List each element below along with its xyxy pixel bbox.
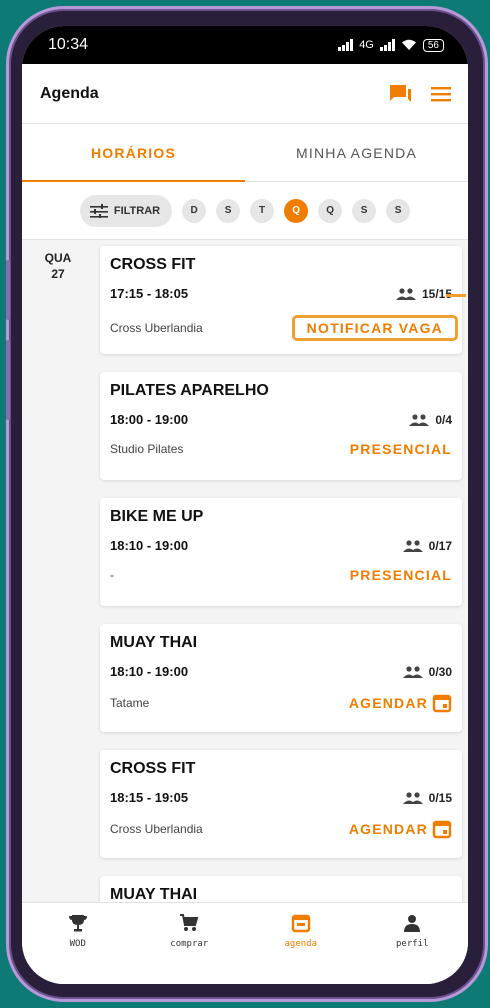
- tune-icon: [89, 203, 108, 218]
- date-label: QUA 27: [38, 250, 78, 282]
- schedule-button[interactable]: AGENDAR: [349, 819, 452, 839]
- network-label: 4G: [359, 39, 374, 51]
- person-icon: [404, 915, 421, 932]
- class-time: 18:00 - 19:00: [110, 412, 189, 427]
- status-icons: 4G 56: [338, 38, 444, 52]
- calendar-icon: [432, 694, 452, 713]
- presencial-label: PRESENCIAL: [349, 441, 452, 457]
- side-button: [6, 260, 10, 320]
- people-icon: [402, 665, 423, 678]
- tab-bar: HORÁRIOS MINHA AGENDA: [22, 124, 468, 182]
- nav-perfil[interactable]: perfil: [372, 913, 452, 984]
- day-thursday[interactable]: Q: [318, 198, 343, 223]
- class-time: 18:10 - 19:00: [110, 664, 189, 679]
- signal-icon: [379, 39, 395, 51]
- calendar-icon: [291, 914, 310, 933]
- people-icon: [402, 539, 423, 552]
- day-sunday[interactable]: D: [182, 198, 207, 223]
- people-icon: [402, 791, 423, 804]
- class-card[interactable]: MUAY THAI: [100, 876, 462, 902]
- class-title: CROSS FIT: [110, 256, 196, 273]
- day-saturday[interactable]: S: [386, 198, 411, 223]
- class-location: Tatame: [110, 696, 150, 710]
- wifi-icon: [401, 39, 416, 50]
- callout-line: [446, 294, 466, 297]
- app-screen: 10:34 4G 56 Agenda HORÁRIOS MINHA AGENDA: [22, 26, 468, 984]
- class-location: Cross Uberlandia: [110, 321, 203, 335]
- filter-button[interactable]: FILTRAR: [79, 194, 173, 227]
- presencial-label: PRESENCIAL: [349, 567, 452, 583]
- class-title: MUAY THAI: [110, 634, 198, 651]
- day-tuesday[interactable]: T: [250, 198, 275, 223]
- cart-icon: [180, 914, 199, 931]
- class-capacity: 0/15: [402, 790, 452, 805]
- capacity-value: 0/17: [428, 538, 452, 553]
- nav-agenda[interactable]: agenda: [261, 913, 341, 984]
- day-wednesday[interactable]: Q: [284, 198, 309, 223]
- class-capacity: 0/17: [402, 538, 452, 553]
- date-weekday: QUA: [44, 251, 72, 265]
- class-time: 17:15 - 18:05: [110, 286, 189, 301]
- nav-comprar[interactable]: comprar: [149, 913, 229, 984]
- capacity-value: 0/15: [428, 790, 452, 805]
- capacity-value: 0/4: [435, 412, 452, 427]
- filter-label: FILTRAR: [113, 204, 161, 217]
- class-capacity: 15/15: [395, 287, 452, 301]
- people-icon: [409, 413, 430, 426]
- schedule-list[interactable]: QUA 27 CROSS FIT 17:15 - 18:05 15/15 Cro…: [22, 240, 468, 902]
- class-location: -: [110, 568, 114, 582]
- class-card[interactable]: CROSS FIT 17:15 - 18:05 15/15 Cross Uber…: [100, 246, 462, 354]
- page-title: Agenda: [40, 84, 99, 102]
- tab-horarios[interactable]: HORÁRIOS: [22, 124, 245, 182]
- nav-wod[interactable]: WOD: [38, 913, 118, 984]
- notify-vacancy-button[interactable]: NOTIFICAR VAGA: [291, 315, 458, 341]
- trophy-icon: [68, 915, 87, 932]
- tab-minha-agenda[interactable]: MINHA AGENDA: [245, 124, 468, 181]
- hamburger-menu-icon[interactable]: [430, 85, 452, 103]
- class-location: Studio Pilates: [110, 442, 184, 456]
- schedule-button[interactable]: AGENDAR: [349, 693, 452, 713]
- header-actions: [388, 82, 452, 106]
- class-title: CROSS FIT: [110, 760, 196, 777]
- nav-label: comprar: [170, 939, 209, 949]
- chat-icon[interactable]: [388, 82, 412, 106]
- class-location: Cross Uberlandia: [110, 822, 203, 836]
- schedule-label: AGENDAR: [348, 695, 428, 711]
- day-monday[interactable]: S: [216, 198, 241, 223]
- people-icon: [395, 287, 416, 300]
- filter-row: FILTRAR D S T Q Q S S: [22, 182, 468, 240]
- class-time: 18:15 - 19:05: [110, 790, 189, 805]
- status-bar: 10:34 4G 56: [22, 26, 468, 64]
- class-card[interactable]: MUAY THAI 18:10 - 19:00 0/30 Tatame AGEN…: [100, 624, 462, 732]
- schedule-label: AGENDAR: [348, 821, 428, 837]
- calendar-icon: [432, 820, 452, 839]
- bottom-nav: WOD comprar agenda perfil: [22, 902, 468, 984]
- class-title: PILATES APARELHO: [110, 382, 269, 399]
- signal-icon: [338, 39, 354, 51]
- nav-label: agenda: [284, 939, 317, 949]
- app-header: Agenda: [22, 64, 468, 124]
- status-time: 10:34: [48, 36, 89, 53]
- nav-label: perfil: [395, 939, 429, 949]
- day-friday[interactable]: S: [352, 198, 377, 223]
- capacity-value: 0/30: [428, 664, 452, 679]
- class-card[interactable]: CROSS FIT 18:15 - 19:05 0/15 Cross Uberl…: [100, 750, 462, 858]
- class-title: MUAY THAI: [110, 886, 198, 902]
- class-capacity: 0/30: [402, 664, 452, 679]
- class-capacity: 0/4: [409, 413, 452, 427]
- class-time: 18:10 - 19:00: [110, 538, 189, 553]
- nav-label: WOD: [69, 939, 86, 949]
- class-card[interactable]: BIKE ME UP 18:10 - 19:00 0/17 - PRESENCI…: [100, 498, 462, 606]
- battery-icon: 56: [422, 38, 444, 52]
- side-button: [6, 340, 10, 420]
- class-title: BIKE ME UP: [110, 508, 204, 525]
- date-day: 27: [51, 267, 65, 281]
- class-card[interactable]: PILATES APARELHO 18:00 - 19:00 0/4 Studi…: [100, 372, 462, 480]
